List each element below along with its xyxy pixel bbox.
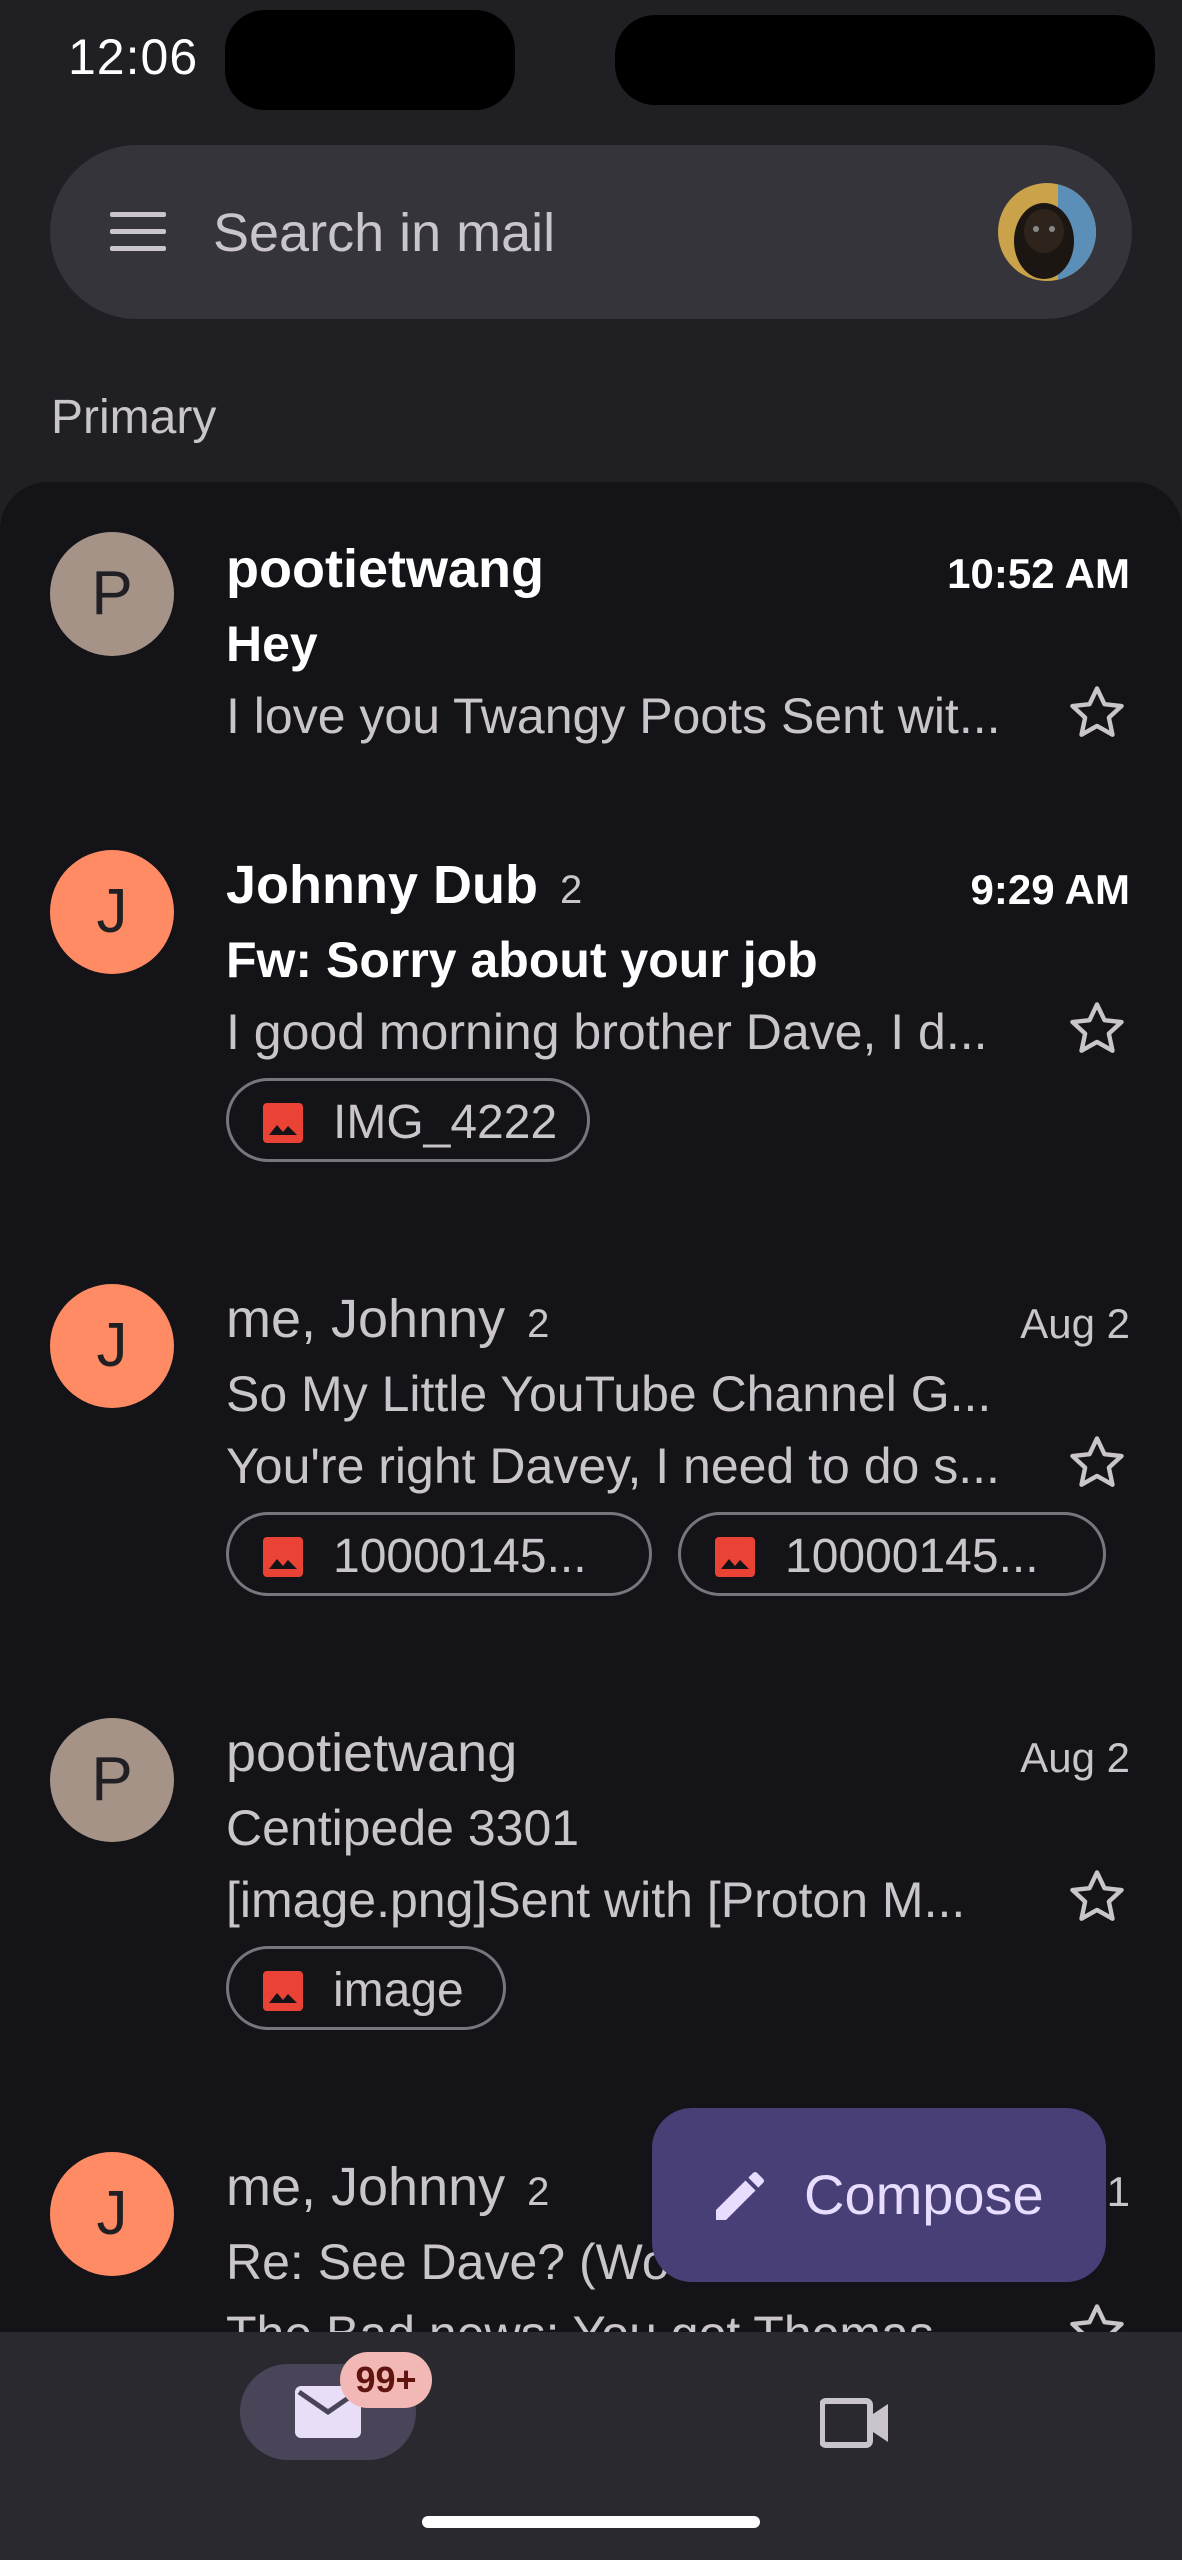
- unread-count-badge: 99+: [340, 2352, 432, 2408]
- email-time: Aug 2: [1020, 1300, 1130, 1347]
- sender-avatar[interactable]: P: [50, 532, 174, 656]
- email-sender: me, Johnny 2: [226, 2157, 550, 2217]
- search-bar[interactable]: Search in mail: [50, 145, 1132, 319]
- email-subject: Hey: [226, 616, 318, 672]
- image-attachment-icon: [715, 1537, 755, 1577]
- compose-label: Compose: [804, 2163, 1044, 2226]
- attachment-name: IMG_4222: [333, 1096, 558, 1149]
- thread-count: 2: [527, 2170, 550, 2214]
- attachment-chip[interactable]: 10000145...: [678, 1512, 1106, 1596]
- email-time: 9:29 AM: [970, 866, 1131, 913]
- status-time: 12:06: [68, 29, 199, 85]
- sender-avatar[interactable]: P: [50, 1718, 174, 1842]
- section-label-primary: Primary: [51, 391, 217, 444]
- email-time: Aug 2: [1020, 1734, 1130, 1781]
- image-attachment-icon: [263, 1537, 303, 1577]
- email-snippet: [image.png]Sent with [Proton M...: [226, 1872, 966, 1928]
- attachment-name: image: [333, 1964, 464, 2017]
- email-snippet: I good morning brother Dave, I d...: [226, 1004, 988, 1060]
- email-subject: So My Little YouTube Channel G...: [226, 1366, 992, 1422]
- menu-icon[interactable]: [108, 202, 168, 262]
- sender-avatar[interactable]: J: [50, 1284, 174, 1408]
- thread-count: 2: [559, 868, 583, 912]
- attachment-name: 10000145...: [333, 1530, 587, 1583]
- email-sender: pootietwang: [226, 539, 544, 599]
- email-list[interactable]: P pootietwang 10:52 AM Hey I love you Tw…: [0, 482, 1182, 2332]
- image-attachment-icon: [263, 1971, 303, 2011]
- email-row[interactable]: J me, Johnny 2 Aug 2 So My Little YouTube…: [0, 1232, 1182, 1666]
- image-attachment-icon: [263, 1103, 303, 1143]
- star-icon[interactable]: [1066, 1866, 1128, 1928]
- attachment-chip[interactable]: image: [226, 1946, 506, 2030]
- email-time: 10:52 AM: [947, 550, 1130, 597]
- attachment-chip[interactable]: IMG_4222: [226, 1078, 590, 1162]
- email-snippet: You're right Davey, I need to do s...: [226, 1438, 1000, 1494]
- thread-count: 2: [527, 1302, 550, 1346]
- email-subject: Re: See Dave? (Wo: [226, 2234, 670, 2290]
- star-icon[interactable]: [1066, 2300, 1128, 2332]
- star-icon[interactable]: [1066, 1432, 1128, 1494]
- star-icon[interactable]: [1066, 998, 1128, 1060]
- bottom-navigation: 99+: [0, 2332, 1182, 2560]
- account-avatar[interactable]: [998, 183, 1096, 281]
- redacted-area: [615, 15, 1155, 105]
- email-snippet: I love you Twangy Poots Sent wit...: [226, 688, 1001, 744]
- email-sender: pootietwang: [226, 1723, 518, 1783]
- attachment-chip[interactable]: 10000145...: [226, 1512, 652, 1596]
- sender-avatar[interactable]: J: [50, 850, 174, 974]
- email-sender: me, Johnny 2: [226, 1289, 550, 1349]
- video-camera-icon[interactable]: [820, 2396, 890, 2450]
- email-time: 1: [1106, 2168, 1130, 2215]
- search-input[interactable]: Search in mail: [213, 202, 555, 264]
- email-sender: Johnny Dub 2: [226, 855, 583, 915]
- attachment-name: 10000145...: [785, 1530, 1039, 1583]
- sender-avatar[interactable]: J: [50, 2152, 174, 2276]
- home-indicator[interactable]: [422, 2516, 760, 2528]
- email-subject: Fw: Sorry about your job: [226, 932, 818, 988]
- redacted-area: [225, 10, 515, 110]
- email-snippet: The Bad news: You got Thomas: [226, 2305, 1026, 2332]
- status-bar: 12:06: [0, 0, 1182, 120]
- email-row[interactable]: P pootietwang Aug 2 Centipede 3301 [imag…: [0, 1666, 1182, 2100]
- email-row[interactable]: J Johnny Dub 2 9:29 AM Fw: Sorry about yo…: [0, 798, 1182, 1232]
- pencil-icon: [716, 2171, 765, 2220]
- star-icon[interactable]: [1066, 682, 1128, 744]
- email-row[interactable]: P pootietwang 10:52 AM Hey I love you Tw…: [0, 482, 1182, 798]
- email-subject: Centipede 3301: [226, 1800, 580, 1856]
- compose-button[interactable]: Compose: [652, 2108, 1106, 2282]
